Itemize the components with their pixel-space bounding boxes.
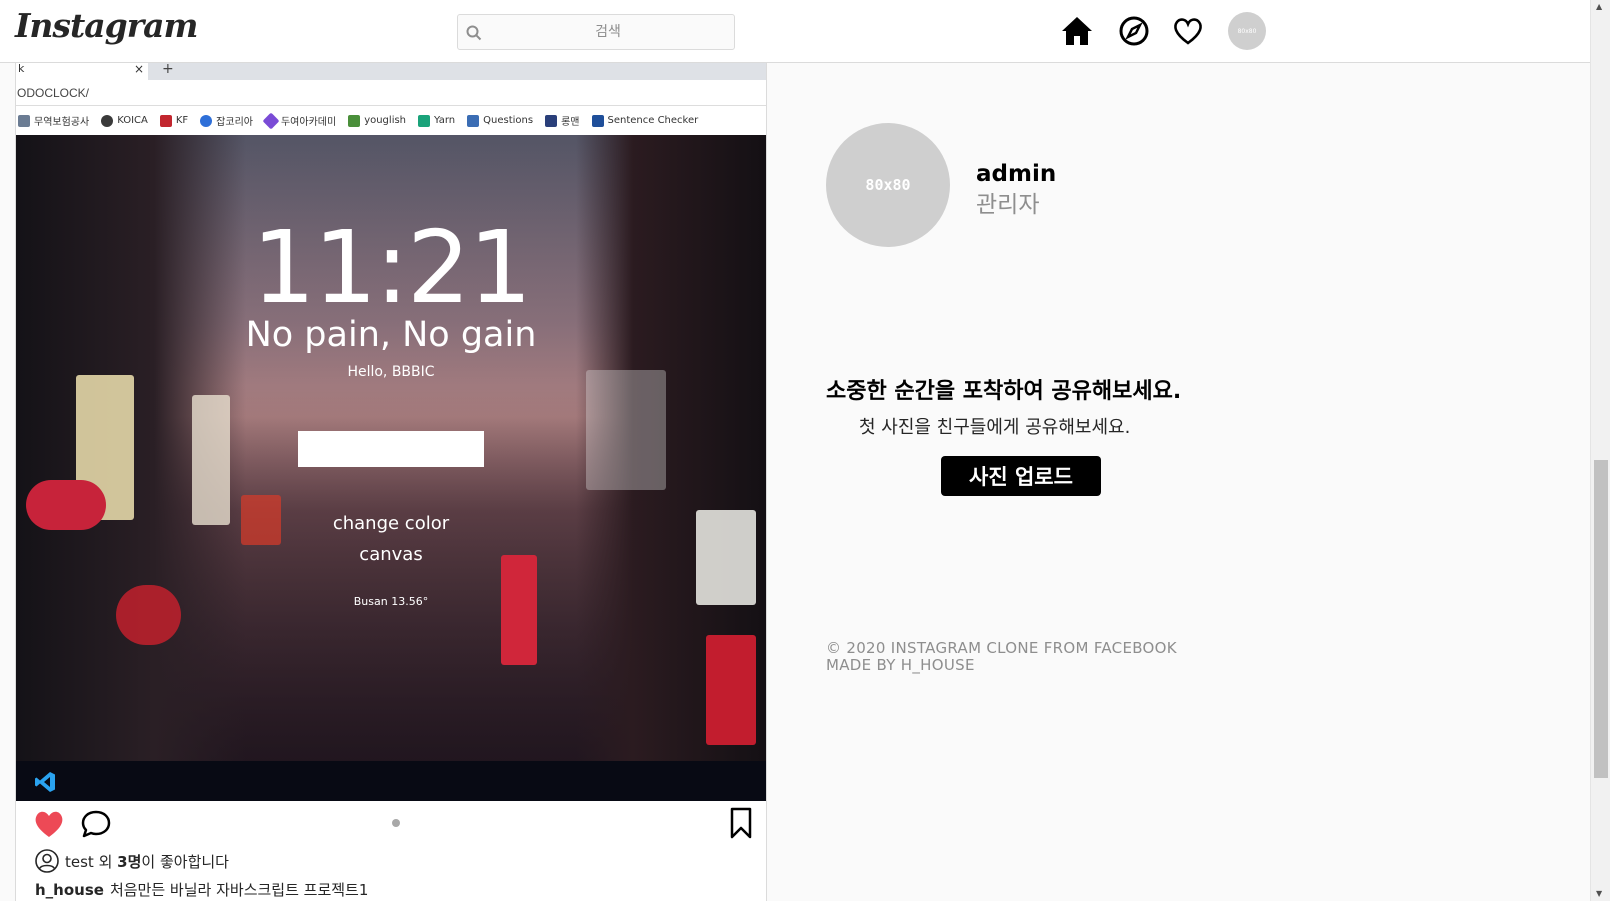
neon-sign	[192, 395, 230, 525]
browser-tab: k ×	[16, 63, 148, 80]
weather-text: Busan 13.56°	[353, 595, 429, 608]
footer-line-1: © 2020 INSTAGRAM CLONE FROM FACEBOOK	[826, 639, 1177, 657]
plus-icon: +	[162, 63, 174, 77]
post-image: k × + ODOCLOCK/ 무역보험공사 KOICA KF 잡코리아 두여아카…	[16, 63, 766, 801]
caption-text: 처음만든 바닐라 자바스크립트 프로젝트1	[109, 881, 369, 899]
bookmark-favicon-icon	[467, 114, 480, 127]
bookmark-label: youglish	[364, 115, 407, 126]
bookmark-item: 잡코리아	[200, 113, 253, 128]
browser-bookmarks-bar: 무역보험공사 KOICA KF 잡코리아 두여아카데미 youglish Yar…	[16, 106, 766, 135]
home-icon[interactable]	[1060, 14, 1094, 48]
bookmark-label: Sentence Checker	[607, 115, 699, 126]
browser-address-bar: ODOCLOCK/	[16, 80, 766, 106]
neon-sign	[706, 635, 756, 745]
browser-tab-strip: k × +	[16, 63, 766, 80]
bookmark-item: 롱맨	[545, 113, 580, 128]
bookmark-label: Yarn	[434, 115, 456, 126]
bookmark-label: Questions	[483, 115, 534, 126]
greeting-text: Hello, BBBIC	[347, 364, 435, 380]
scroll-down-arrow-icon[interactable]: ▼	[1596, 889, 1602, 898]
bookmark-favicon-icon	[591, 114, 604, 127]
profile-picture-placeholder: 80x80	[865, 176, 911, 194]
search-icon	[466, 25, 482, 41]
bookmark-favicon-icon	[101, 114, 114, 127]
bookmark-item: 무역보험공사	[18, 113, 89, 128]
likes-suffix: 이 좋아합니다	[141, 852, 229, 871]
compass-icon[interactable]	[1117, 14, 1151, 48]
motto-text: No pain, No gain	[245, 315, 537, 355]
upload-promo-subtitle: 첫 사진을 친구들에게 공유해보세요.	[859, 417, 1131, 438]
avatar-placeholder-text: 80x80	[1237, 27, 1257, 35]
bookmark-item: KOICA	[101, 114, 148, 127]
change-color-text: change color	[332, 513, 450, 534]
upload-promo-title: 소중한 순간을 포착하여 공유해보세요.	[826, 379, 1182, 404]
bookmark-label: 무역보험공사	[34, 117, 90, 128]
bookmark-favicon-icon	[200, 114, 213, 127]
likes-summary: test 외 3명이 좋아합니다	[35, 849, 229, 873]
top-nav-bar: Instagram 80x80	[0, 0, 1590, 63]
close-icon: ×	[133, 63, 144, 76]
bookmark-favicon-icon	[159, 114, 172, 127]
heart-filled-icon[interactable]	[33, 809, 65, 839]
vscode-icon	[35, 772, 55, 792]
instagram-logo[interactable]: Instagram	[15, 6, 198, 45]
footer-line-2: MADE BY H_HOUSE	[826, 656, 975, 674]
bookmark-item: Yarn	[418, 114, 456, 127]
bookmark-label: 롱맨	[561, 117, 580, 128]
bookmark-favicon-icon	[348, 114, 361, 127]
todo-input-box	[298, 431, 484, 467]
feed-post: k × + ODOCLOCK/ 무역보험공사 KOICA KF 잡코리아 두여아카…	[15, 63, 767, 901]
bookmark-icon[interactable]	[729, 807, 753, 839]
browser-tab-title: k	[18, 63, 25, 75]
bookmark-favicon-icon	[418, 114, 431, 127]
profile-fullname: 관리자	[976, 192, 1040, 218]
profile-picture[interactable]: 80x80	[826, 123, 950, 247]
post-caption: h_house 처음만든 바닐라 자바스크립트 프로젝트1	[35, 879, 368, 900]
page-scrollbar[interactable]: ▲ ▼	[1590, 0, 1610, 901]
neon-sign	[116, 585, 181, 645]
footer-copyright: © 2020 INSTAGRAM CLONE FROM FACEBOOK MAD…	[826, 640, 1177, 674]
post-actions	[16, 801, 766, 851]
bookmark-item: youglish	[348, 114, 407, 127]
likes-middle: 외	[93, 852, 118, 871]
comment-icon[interactable]	[80, 809, 112, 839]
bookmark-item: KF	[159, 114, 189, 127]
search-box[interactable]	[457, 14, 735, 50]
bookmark-favicon-icon	[262, 112, 280, 129]
bookmark-item: Questions	[467, 114, 534, 127]
profile-username[interactable]: admin	[976, 161, 1056, 187]
neon-sign	[501, 555, 537, 665]
upload-photo-button[interactable]: 사진 업로드	[941, 456, 1101, 496]
bookmark-label: KOICA	[117, 115, 148, 126]
heart-icon[interactable]	[1171, 14, 1205, 48]
bookmark-label: KF	[175, 115, 189, 126]
neon-sign	[586, 370, 666, 490]
scroll-up-arrow-icon[interactable]: ▲	[1596, 2, 1602, 11]
bookmark-item: Sentence Checker	[591, 114, 699, 127]
browser-url: ODOCLOCK/	[17, 86, 90, 100]
bookmark-label: 잡코리아	[216, 117, 253, 128]
caption-username[interactable]: h_house	[35, 881, 104, 899]
profile-avatar[interactable]: 80x80	[1228, 12, 1266, 50]
likes-user[interactable]: test	[65, 853, 94, 871]
taskbar	[16, 761, 766, 801]
canvas-text: canvas	[359, 544, 423, 565]
user-avatar-icon	[35, 849, 59, 873]
bookmark-item: 두여아카데미	[262, 112, 337, 129]
search-input[interactable]	[488, 19, 728, 45]
bookmark-label: 두여아카데미	[280, 117, 337, 128]
likes-count[interactable]: 3명	[117, 853, 141, 871]
scrollbar-thumb[interactable]	[1594, 460, 1608, 778]
carousel-dot	[392, 819, 400, 827]
bookmark-favicon-icon	[18, 114, 30, 127]
clock-time: 11:21	[251, 209, 532, 326]
bookmark-favicon-icon	[545, 114, 558, 127]
